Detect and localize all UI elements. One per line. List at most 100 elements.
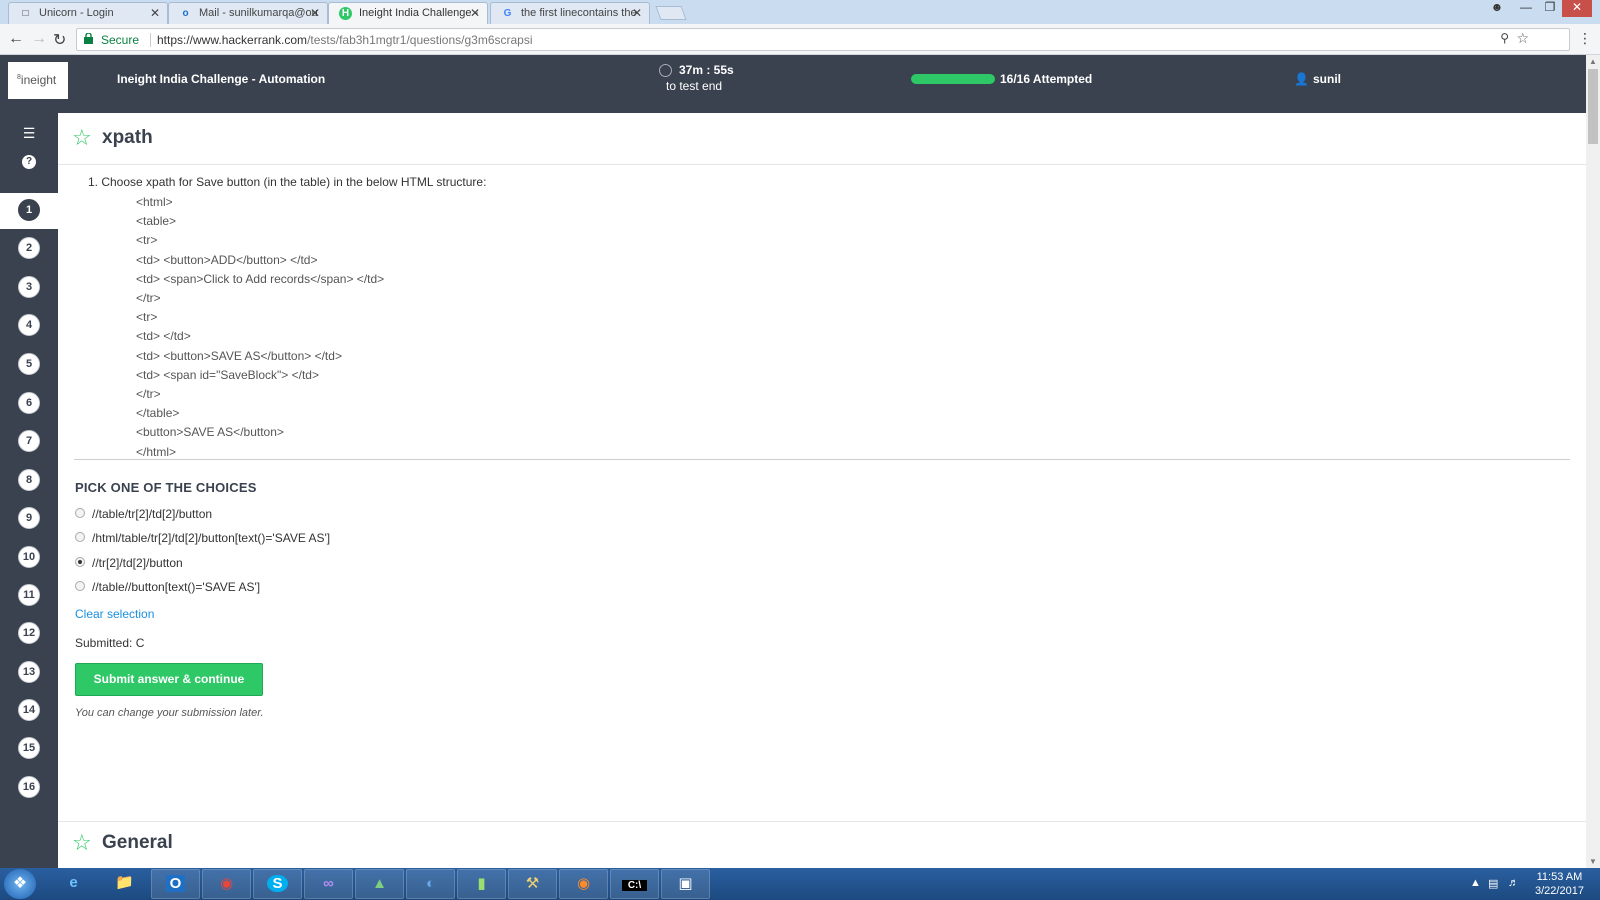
- question-nav-10[interactable]: 10: [18, 546, 40, 568]
- tray-expand-icon[interactable]: ▲: [1470, 877, 1481, 889]
- notepad-taskbar-icon[interactable]: ▮: [457, 869, 506, 899]
- browser-tab-strip: □ Unicorn - Login ✕ o Mail - sunilkumarq…: [0, 0, 1600, 24]
- code-line: </tr>: [136, 387, 161, 402]
- code-line: <td> <button>ADD</button> </td>: [136, 252, 318, 267]
- radio-button[interactable]: [75, 581, 85, 591]
- question-nav-5[interactable]: 5: [18, 353, 40, 375]
- page-scrollbar[interactable]: ▲ ▼: [1586, 55, 1600, 868]
- browser-tab-unicorn[interactable]: □ Unicorn - Login ✕: [8, 2, 168, 24]
- visual-studio-taskbar-icon[interactable]: ∞: [304, 869, 353, 899]
- bookmark-star-icon[interactable]: ☆: [1516, 30, 1529, 47]
- timer-label: to test end: [666, 79, 723, 93]
- restore-icon[interactable]: ❐: [1538, 0, 1562, 17]
- question-nav-13[interactable]: 13: [18, 661, 40, 683]
- command-prompt-taskbar-icon[interactable]: C:\: [610, 869, 659, 899]
- clock-time: 11:53 AM: [1536, 871, 1583, 883]
- browser-tab-mail[interactable]: o Mail - sunilkumarqa@ou ✕: [168, 2, 328, 24]
- question-nav-2[interactable]: 2: [18, 237, 40, 259]
- user-icon: 👤: [1294, 72, 1309, 86]
- radio-button[interactable]: [75, 532, 85, 542]
- google-icon: G: [503, 8, 512, 19]
- start-button-icon[interactable]: ❖: [4, 869, 36, 899]
- question-sidebar: ☰ ? 1 2 3 4 5 6 7 8 9 10 11 12 13 14 15 16: [0, 113, 58, 868]
- clear-selection-link[interactable]: Clear selection: [75, 607, 154, 621]
- attempted-count: 16/16 Attempted: [1000, 72, 1093, 86]
- code-line: </tr>: [136, 291, 161, 306]
- url-text: https://www.hackerrank.com/tests/fab3h1m…: [157, 33, 533, 47]
- progress-bar: [911, 74, 995, 84]
- question-nav-8[interactable]: 8: [18, 469, 40, 491]
- list-icon[interactable]: ☰: [21, 125, 37, 142]
- choice-label: //tr[2]/td[2]/button: [92, 556, 183, 570]
- question-nav-4[interactable]: 4: [18, 314, 40, 336]
- next-section-card: ☆ General: [58, 821, 1586, 868]
- question-nav-9[interactable]: 9: [18, 507, 40, 529]
- profile-icon[interactable]: ☻: [1484, 0, 1510, 17]
- help-icon[interactable]: ?: [22, 155, 36, 169]
- test-title: Ineight India Challenge - Automation: [117, 72, 326, 86]
- code-line: </table>: [136, 406, 180, 421]
- key-icon[interactable]: ⚲: [1500, 31, 1509, 45]
- question-nav-16[interactable]: 16: [18, 776, 40, 798]
- user-name[interactable]: sunil: [1313, 72, 1341, 86]
- page-icon: □: [22, 8, 29, 19]
- submitted-answer: Submitted: C: [75, 636, 145, 650]
- forward-icon[interactable]: →: [31, 30, 47, 48]
- question-nav-14[interactable]: 14: [18, 699, 40, 721]
- code-line: <td> </td>: [136, 329, 191, 344]
- browser-tab-hackerrank[interactable]: H Ineight India Challenge - ✕: [328, 2, 488, 24]
- scroll-down-icon[interactable]: ▼: [1589, 857, 1597, 866]
- browser-tab-google[interactable]: G the first linecontains the ✕: [490, 2, 650, 24]
- question-nav-1[interactable]: 1: [18, 199, 40, 221]
- choices-heading: PICK ONE OF THE CHOICES: [75, 480, 257, 495]
- code-line: <html>: [136, 195, 173, 209]
- minimize-icon[interactable]: —: [1514, 0, 1538, 17]
- code-line: <button>SAVE AS</button>: [136, 425, 284, 440]
- reload-icon[interactable]: ↻: [53, 30, 66, 50]
- window-close-icon[interactable]: ✕: [1562, 0, 1592, 17]
- internet-explorer-icon[interactable]: e: [49, 869, 98, 899]
- outlook-taskbar-icon[interactable]: O: [151, 869, 200, 899]
- question-title: xpath: [102, 127, 153, 148]
- choice-label: /html/table/tr[2]/td[2]/button[text()='S…: [92, 531, 331, 545]
- new-tab-button[interactable]: [655, 6, 687, 20]
- url-bar[interactable]: Secure https://www.hackerrank.com/tests/…: [76, 28, 1570, 51]
- back-icon[interactable]: ←: [8, 30, 24, 48]
- close-icon[interactable]: ✕: [470, 6, 480, 20]
- question-nav-12[interactable]: 12: [18, 622, 40, 644]
- chrome-taskbar-icon[interactable]: ◉: [202, 869, 251, 899]
- code-line: <td> <span>Click to Add records</span> <…: [136, 271, 385, 286]
- test-header: 8ineight Ineight India Challenge - Autom…: [0, 55, 1586, 113]
- timer-value: 37m : 55s: [679, 63, 734, 77]
- file-explorer-icon[interactable]: 📁: [100, 869, 149, 899]
- close-icon[interactable]: ✕: [150, 6, 160, 20]
- app-taskbar-icon[interactable]: ◐: [406, 869, 455, 899]
- volume-icon[interactable]: ♬: [1508, 877, 1519, 889]
- code-line: <table>: [136, 214, 177, 229]
- bookmark-star-icon[interactable]: ☆: [72, 125, 92, 151]
- network-icon[interactable]: ▤: [1488, 877, 1498, 890]
- window-taskbar-icon[interactable]: ▣: [661, 869, 710, 899]
- scroll-up-icon[interactable]: ▲: [1589, 57, 1597, 66]
- question-card: ☆ xpath 1. Choose xpath for Save button …: [58, 113, 1586, 821]
- question-nav-15[interactable]: 15: [18, 737, 40, 759]
- close-icon[interactable]: ✕: [632, 6, 642, 20]
- submit-answer-button[interactable]: Submit answer & continue: [75, 663, 263, 696]
- bookmark-star-icon[interactable]: ☆: [72, 830, 92, 856]
- question-nav-7[interactable]: 7: [18, 430, 40, 452]
- skype-taskbar-icon[interactable]: S: [253, 869, 302, 899]
- question-nav-11[interactable]: 11: [18, 584, 40, 606]
- question-nav-3[interactable]: 3: [18, 276, 40, 298]
- radio-button[interactable]: [75, 508, 85, 518]
- tools-taskbar-icon[interactable]: ⚒: [508, 869, 557, 899]
- system-clock[interactable]: 11:53 AM 3/22/2017: [1535, 870, 1584, 898]
- android-studio-taskbar-icon[interactable]: ▲: [355, 869, 404, 899]
- close-icon[interactable]: ✕: [310, 6, 320, 20]
- windows-taskbar: ❖ e 📁 O ◉ S ∞ ▲ ◐ ▮ ⚒ ◉ C:\ ▣ ▲ ▤ ♬ 11:5…: [0, 868, 1600, 900]
- main-content: ☆ xpath 1. Choose xpath for Save button …: [58, 113, 1586, 868]
- menu-dots-icon[interactable]: ⋮: [1578, 30, 1592, 47]
- firefox-taskbar-icon[interactable]: ◉: [559, 869, 608, 899]
- scroll-thumb[interactable]: [1588, 69, 1598, 144]
- radio-button[interactable]: [75, 557, 85, 567]
- question-nav-6[interactable]: 6: [18, 392, 40, 414]
